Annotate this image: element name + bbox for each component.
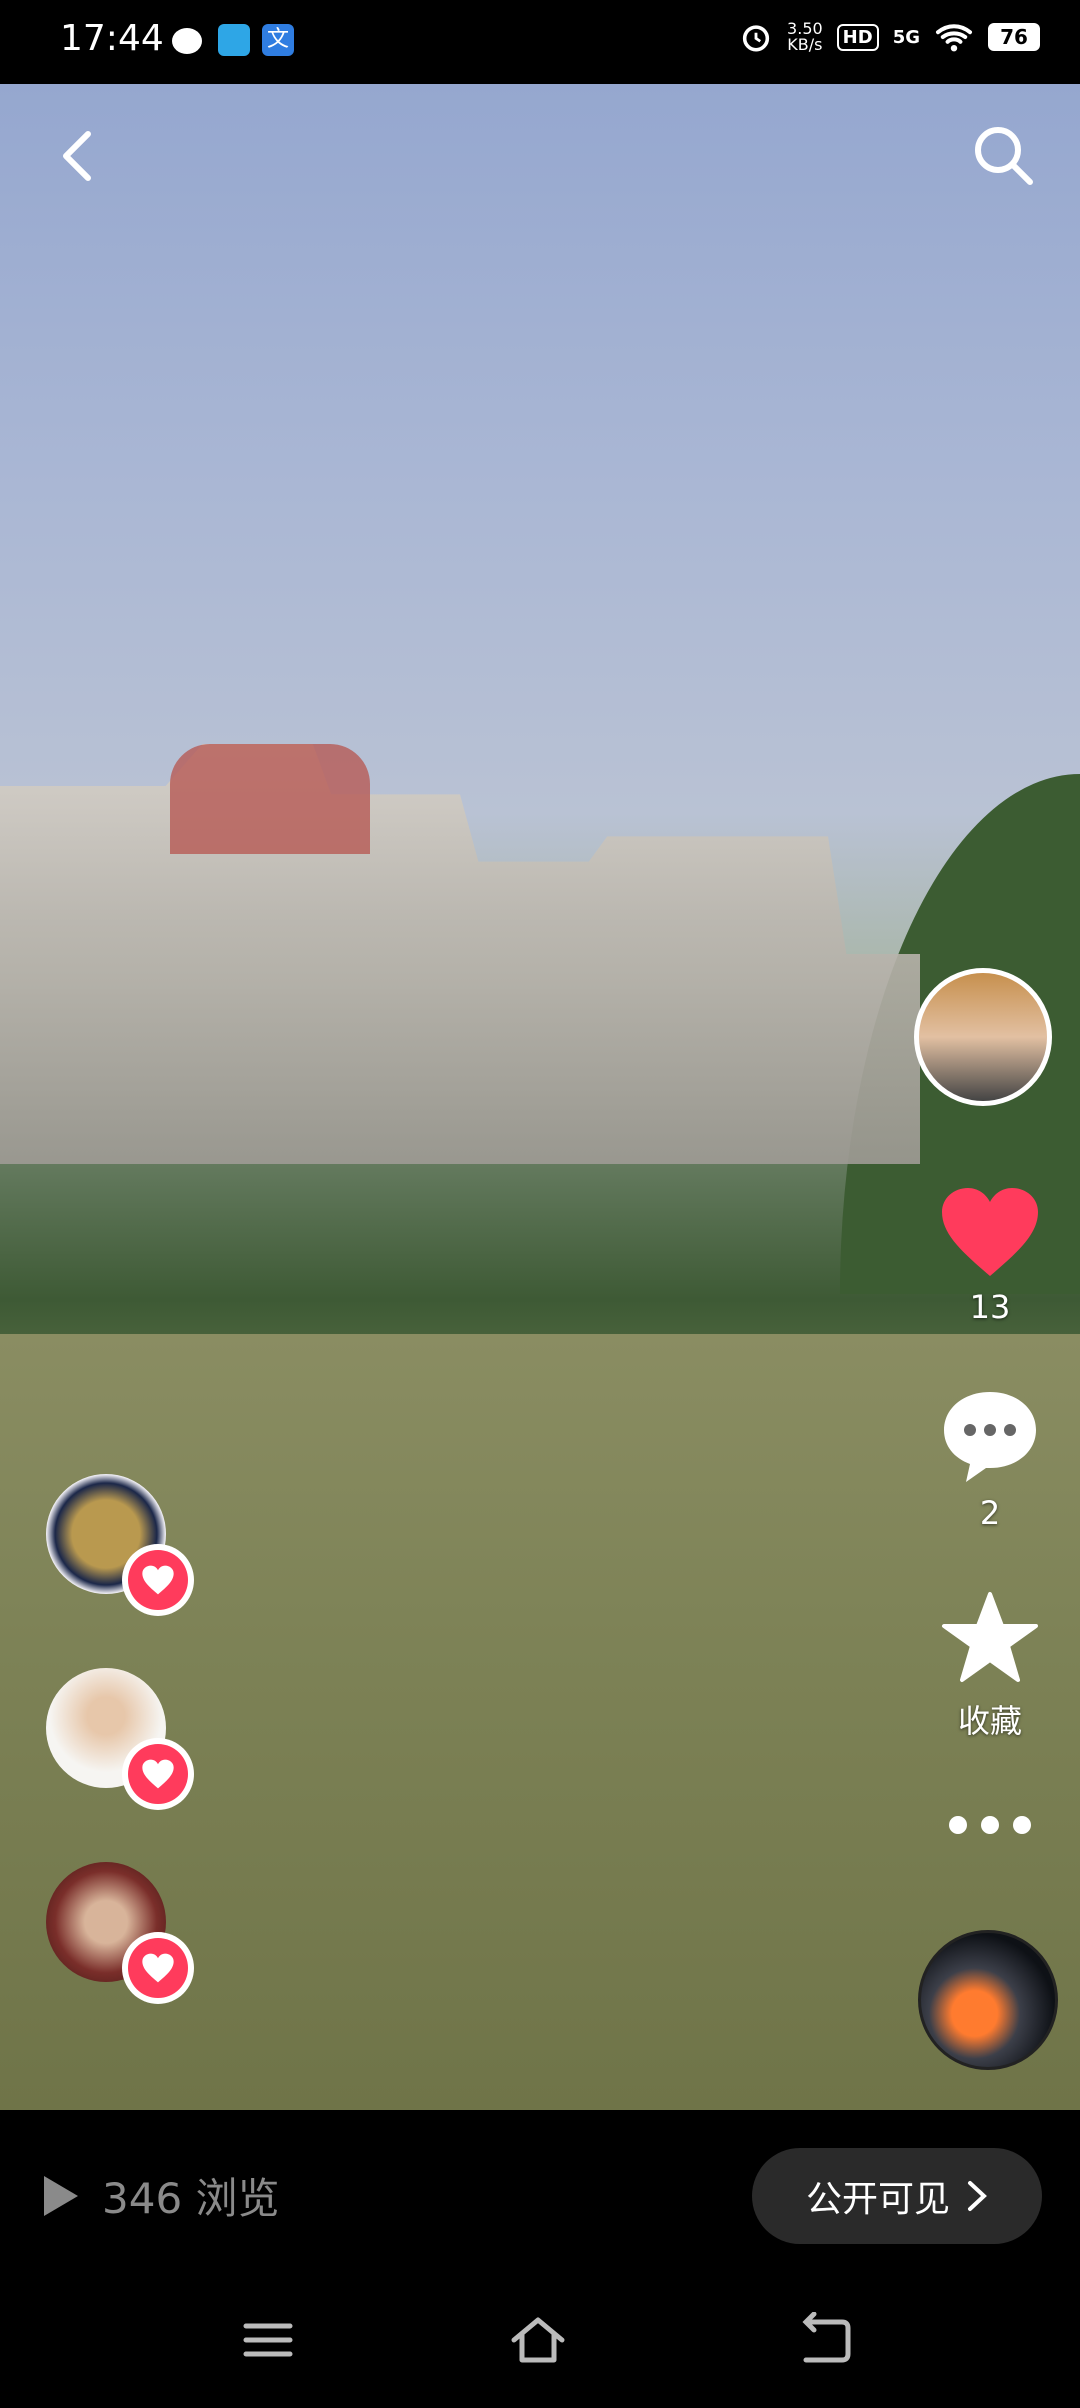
battery-indicator: 76 xyxy=(988,23,1040,51)
recent-apps-button[interactable] xyxy=(238,2312,298,2368)
comment-count: 2 xyxy=(979,1494,1001,1532)
system-navigation-bar xyxy=(0,2270,1080,2408)
search-button[interactable] xyxy=(968,120,1040,192)
translate-notification-icon: 文 xyxy=(262,24,294,56)
chevron-left-icon xyxy=(63,131,91,181)
status-bar: 17:44 文 3.50 KB/s HD 5G 76 xyxy=(0,0,1080,84)
menu-icon xyxy=(243,2323,293,2357)
like-count: 13 xyxy=(969,1288,1011,1326)
liker-avatar[interactable] xyxy=(46,1474,194,1616)
heart-icon xyxy=(142,1759,174,1789)
heart-icon xyxy=(942,1188,1038,1276)
wifi-icon xyxy=(936,24,972,52)
music-disc[interactable] xyxy=(918,1930,1058,2070)
home-icon xyxy=(511,2317,565,2363)
telegram-notification-icon xyxy=(218,24,250,56)
signal-icon: 5G xyxy=(892,26,920,48)
back-arrow-icon xyxy=(802,2311,851,2363)
heart-icon xyxy=(142,1565,174,1595)
author-avatar[interactable] xyxy=(914,968,1052,1106)
liker-heart-badge xyxy=(122,1932,194,2004)
status-time: 17:44 xyxy=(60,18,164,59)
wechat-notification-icon xyxy=(172,28,202,54)
comment-icon xyxy=(944,1392,1036,1482)
visibility-button[interactable]: 公开可见 xyxy=(752,2148,1042,2244)
photo-building xyxy=(0,744,920,1164)
photo-building-sign xyxy=(170,744,370,854)
status-right-icons: 3.50 KB/s HD 5G 76 xyxy=(739,20,1040,54)
play-icon xyxy=(44,2175,78,2216)
like-action[interactable]: 13 xyxy=(930,1186,1050,1326)
view-count-text: 346 浏览 xyxy=(102,2174,280,2223)
chevron-right-icon xyxy=(968,2181,987,2211)
view-count: 346 浏览 xyxy=(40,2165,280,2226)
liker-avatar[interactable] xyxy=(46,1862,194,2004)
more-button[interactable] xyxy=(930,1810,1050,1844)
liker-avatar[interactable] xyxy=(46,1668,194,1810)
more-icon xyxy=(949,1816,1031,1834)
network-speed: 3.50 KB/s xyxy=(787,19,823,54)
back-button[interactable] xyxy=(42,120,114,192)
system-back-button[interactable] xyxy=(796,2311,856,2368)
comment-action[interactable]: 2 xyxy=(930,1388,1050,1532)
star-icon xyxy=(942,1592,1038,1682)
search-icon xyxy=(975,127,1033,185)
collect-label: 收藏 xyxy=(957,1702,1022,1740)
home-button[interactable] xyxy=(508,2312,568,2368)
liker-heart-badge xyxy=(122,1544,194,1616)
collect-action[interactable]: 收藏 xyxy=(930,1590,1050,1742)
heart-icon xyxy=(142,1953,174,1983)
hd-icon: HD xyxy=(836,23,879,51)
liker-heart-badge xyxy=(122,1738,194,1810)
visibility-label: 公开可见 xyxy=(805,2179,950,2220)
bottom-bar: 346 浏览 公开可见 xyxy=(0,2110,1080,2270)
alarm-icon xyxy=(742,25,770,52)
